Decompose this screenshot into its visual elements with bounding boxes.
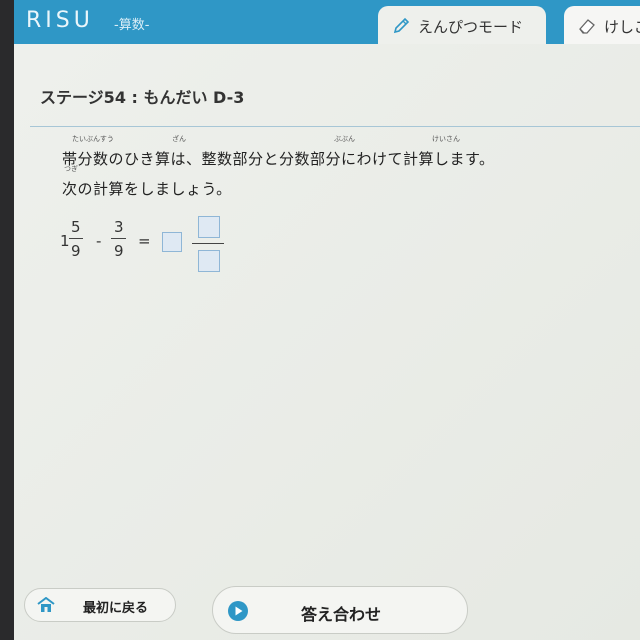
fraction1-bar [69, 238, 83, 239]
subject-label: -算数- [114, 18, 150, 33]
stage-title: ステージ54 : もんだい D-3 [40, 88, 245, 107]
ruby-tsugi: つぎ [64, 165, 78, 173]
fraction1-numerator: 5 [71, 218, 81, 236]
back-to-start-button[interactable]: 最初に戻る [24, 588, 176, 622]
fraction2-numerator: 3 [114, 218, 124, 236]
answer-numerator-input[interactable] [198, 216, 220, 238]
risu-logo: RISU [26, 8, 94, 33]
answer-denominator-input[interactable] [198, 250, 220, 272]
app-header: RISU -算数- えんぴつモード けしご [14, 0, 640, 46]
back-button-label: 最初に戻る [83, 601, 149, 616]
instruction-line-1: 帯分数のひき算は、整数部分と分数部分にわけて計算します。 [62, 150, 495, 168]
ruby-obi: たいぶんすう [72, 135, 114, 143]
home-icon [37, 596, 55, 617]
answer-button-label: 答え合わせ [301, 605, 382, 624]
app-screen: RISU -算数- えんぴつモード けしご ステージ54 : もんだい D-3 [14, 0, 640, 640]
fraction2-bar [111, 238, 126, 239]
main-content: ステージ54 : もんだい D-3 たいぶんすう ざん ぶぶん けいさん 帯分数… [14, 44, 640, 640]
tab-pencil-label: えんぴつモード [418, 18, 524, 36]
ruby-zan: ざん [172, 135, 186, 143]
fraction1-denominator: 9 [71, 242, 81, 260]
ruby-keisan: けいさん [432, 135, 460, 143]
pencil-icon [392, 17, 410, 35]
whole-number: 1 [60, 232, 70, 250]
fraction2-denominator: 9 [114, 242, 124, 260]
check-answer-button[interactable]: 答え合わせ [212, 586, 468, 634]
play-icon [227, 600, 249, 626]
ruby-bubun: ぶぶん [334, 135, 355, 143]
title-divider [30, 126, 640, 127]
eraser-icon [578, 17, 596, 35]
tab-pencil-mode[interactable]: えんぴつモード [378, 6, 546, 46]
minus-sign: - [96, 232, 102, 250]
answer-whole-input[interactable] [162, 232, 182, 252]
tab-eraser-mode[interactable]: けしご [564, 6, 640, 46]
answer-fraction-bar [192, 243, 224, 244]
equals-sign: = [138, 232, 151, 250]
tab-eraser-label: けしご [604, 18, 640, 36]
instruction-line-2: 次の計算をしましょう。 [62, 180, 232, 198]
